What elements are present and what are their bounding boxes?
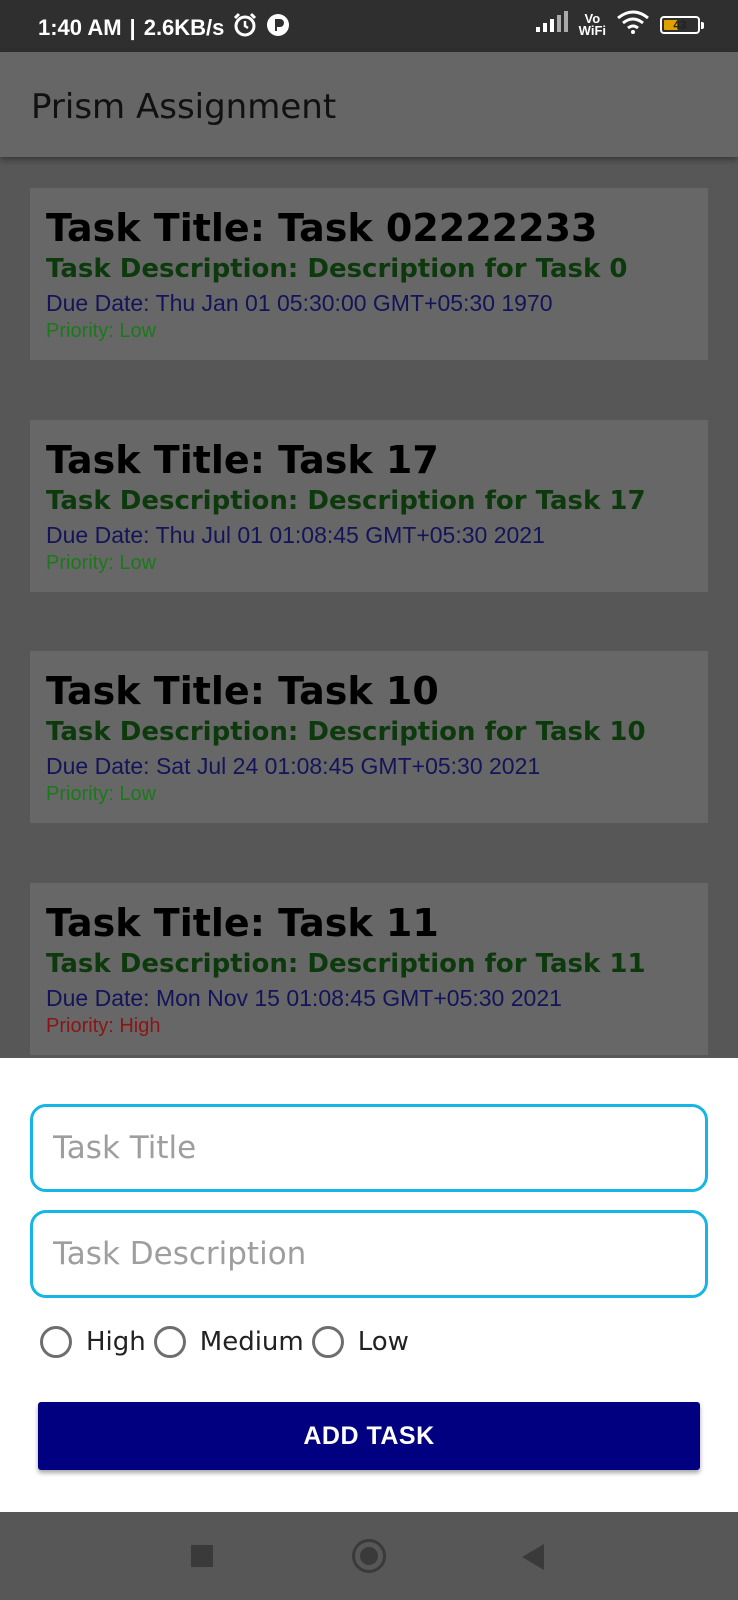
radio-circle-icon[interactable] (311, 1326, 344, 1358)
page-title: Prism Assignment (31, 87, 337, 127)
status-left: 1:40 AM | 2.6KB/s (38, 12, 290, 44)
status-divider: | (129, 15, 136, 40)
task-title: Task Title: Task 11 (46, 901, 439, 945)
system-nav-bar (0, 1512, 738, 1600)
wifi-icon (616, 10, 650, 39)
status-speed: 2.6KB/s (143, 15, 225, 40)
task-card[interactable]: Task Title: Task 10 Task Description: De… (30, 651, 708, 823)
task-card[interactable]: Task Title: Task 17 Task Description: De… (30, 420, 708, 592)
battery-icon: 43 (660, 15, 704, 34)
task-due-date: Due Date: Sat Jul 24 01:08:45 GMT+05:30 … (46, 753, 541, 779)
task-card[interactable]: Task Title: Task 02222233 Task Descripti… (30, 188, 708, 360)
app-bar: Prism Assignment (0, 52, 738, 157)
task-description: Task Description: Description for Task 0 (46, 254, 628, 284)
task-priority: Priority: Low (46, 320, 157, 342)
radio-label-medium: Medium (199, 1327, 304, 1357)
task-title: Task Title: Task 10 (46, 669, 439, 713)
radio-circle-icon[interactable] (40, 1326, 72, 1358)
notification-icon (266, 13, 290, 43)
status-icons: Vo WiFi 43 (535, 10, 704, 39)
task-due-date: Due Date: Mon Nov 15 01:08:45 GMT+05:30 … (46, 985, 562, 1011)
task-priority: Priority: High (46, 1015, 161, 1037)
task-description: Task Description: Description for Task 1… (46, 717, 646, 747)
task-description: Task Description: Description for Task 1… (46, 486, 646, 516)
home-circle-icon[interactable] (352, 1539, 386, 1573)
priority-radio-high[interactable]: High (40, 1326, 146, 1358)
vowifi-indicator: Vo WiFi (578, 10, 606, 38)
add-task-sheet: High Medium Low ADD TASK (0, 1058, 738, 1512)
radio-label-low: Low (357, 1327, 409, 1357)
task-due-date: Due Date: Thu Jul 01 01:08:45 GMT+05:30 … (46, 522, 545, 548)
priority-radio-low[interactable]: Low (311, 1326, 409, 1358)
signal-icon (535, 11, 569, 38)
alarm-clock-icon (232, 12, 258, 44)
radio-circle-icon[interactable] (153, 1326, 186, 1358)
task-description: Task Description: Description for Task 1… (46, 949, 646, 979)
status-bar: 1:40 AM | 2.6KB/s Vo WiFi 43 (0, 0, 738, 52)
task-description-input[interactable] (30, 1210, 708, 1298)
back-triangle-icon[interactable] (522, 1544, 544, 1570)
recents-square-icon[interactable] (191, 1545, 213, 1567)
task-title: Task Title: Task 02222233 (46, 206, 598, 250)
radio-label-high: High (86, 1327, 146, 1357)
add-task-button[interactable]: ADD TASK (38, 1402, 700, 1470)
task-card[interactable]: Task Title: Task 11 Task Description: De… (30, 883, 708, 1055)
task-title-input[interactable] (30, 1104, 708, 1192)
task-title: Task Title: Task 17 (46, 438, 439, 482)
priority-radio-group: High Medium Low (40, 1326, 417, 1358)
battery-level: 43 (673, 17, 687, 32)
task-priority: Priority: Low (46, 783, 157, 805)
task-priority: Priority: Low (46, 552, 157, 574)
task-due-date: Due Date: Thu Jan 01 05:30:00 GMT+05:30 … (46, 290, 553, 316)
status-time: 1:40 AM (38, 15, 122, 40)
priority-radio-medium[interactable]: Medium (153, 1326, 304, 1358)
